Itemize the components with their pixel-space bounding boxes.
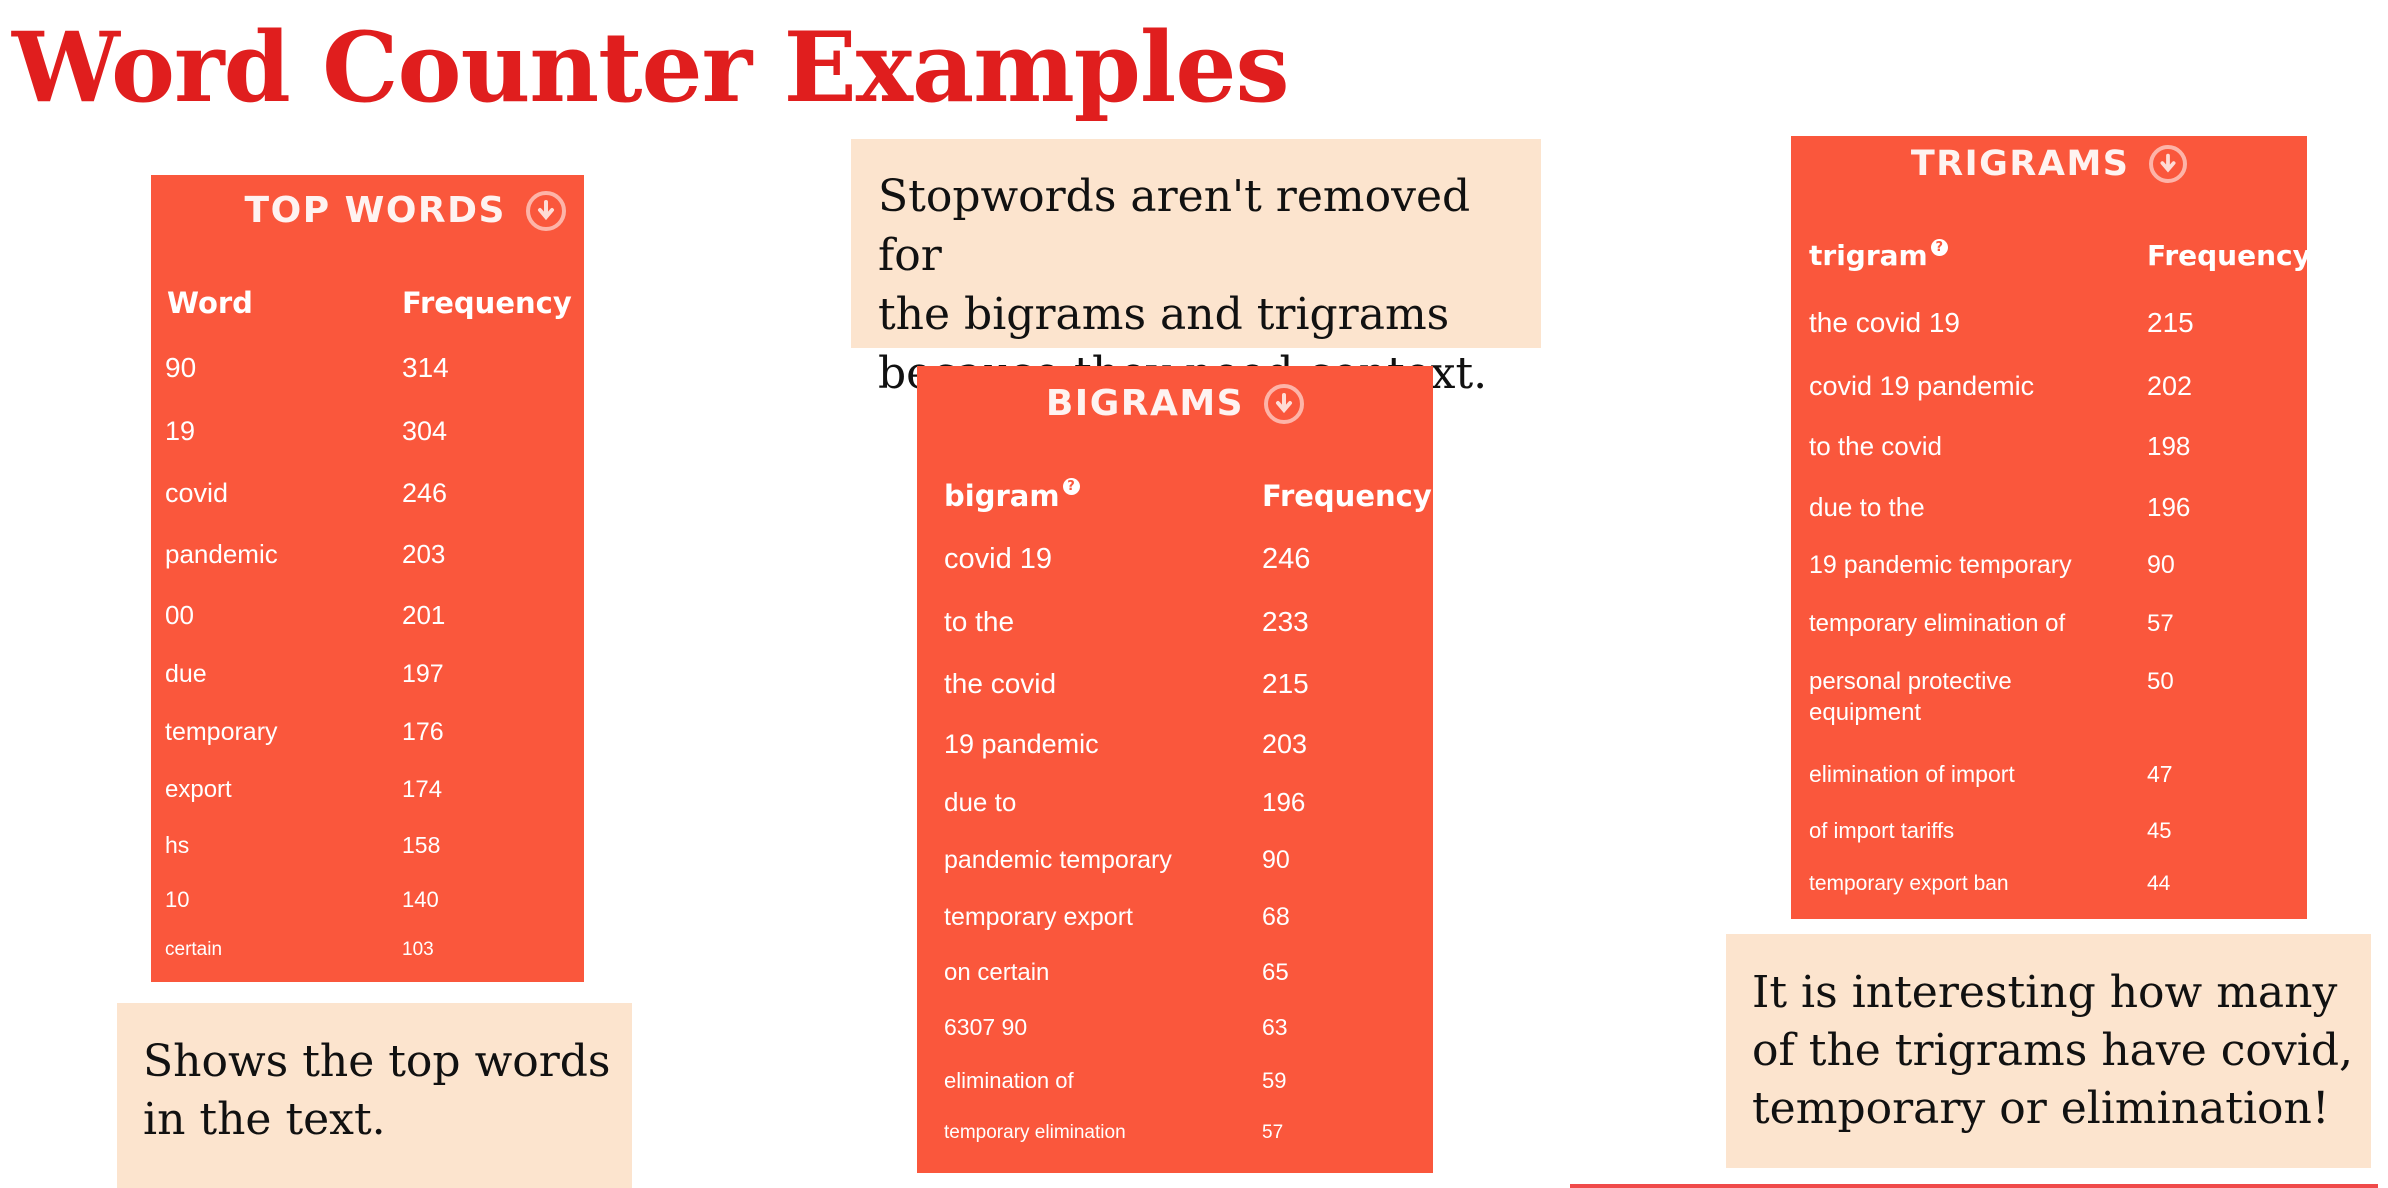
bigram-term: to the [944,606,1015,637]
trigram-term: elimination of import [1809,761,2015,787]
top-word-frequency: 174 [402,776,443,803]
top-words-title: TOP WORDS [244,190,506,231]
top-words-header: TOP WORDS [151,185,584,236]
trigram-frequency: 44 [2147,872,2171,895]
top-word-frequency: 176 [402,718,444,746]
page-title: Word Counter Examples [12,11,1289,124]
top-word-term: hs [165,832,190,858]
trigram-term-line2: equipment [1809,699,1922,726]
trigram-frequency: 45 [2147,818,2172,843]
trigram-frequency: 57 [2147,610,2174,637]
bigram-frequency: 90 [1262,846,1290,874]
download-circle-icon[interactable] [2149,145,2188,183]
top-word-frequency: 197 [402,660,444,688]
top-words-col-word[interactable]: Word [167,283,253,323]
bigrams-header: BIGRAMS [917,378,1433,429]
top-word-term: 19 [165,416,196,446]
top-words-col-frequency[interactable]: Frequency [402,283,572,323]
trigram-term: covid 19 pandemic [1809,371,2035,401]
top-words-panel: TOP WORDS Word Frequency 90 314 19 304 covid… [151,175,584,982]
top-word-frequency: 246 [402,478,448,508]
trigrams-col-trigram-label: trigram [1809,239,1928,272]
trigrams-note: It is interesting how many of the trigra… [1726,934,2371,1168]
bigrams-col-bigram[interactable]: bigram? [944,476,1080,516]
trigram-term: 19 pandemic temporary [1809,551,2072,579]
trigram-frequency: 90 [2147,551,2175,579]
trigram-term: personal protective [1809,668,2012,695]
stopwords-note: Stopwords aren't removed for the bigrams… [851,139,1541,399]
bigram-frequency: 203 [1262,729,1308,759]
bigrams-title: BIGRAMS [1045,383,1245,424]
bigram-frequency: 59 [1262,1068,1287,1093]
top-word-frequency: 201 [402,600,446,630]
trigram-term: temporary elimination of [1809,610,2066,637]
top-word-term: temporary [165,718,278,746]
trigram-frequency: 50 [2147,668,2174,695]
trigram-frequency: 215 [2147,307,2194,338]
top-word-term: pandemic [165,539,278,569]
bigram-term: 19 pandemic [944,729,1099,759]
bigram-frequency: 63 [1262,1014,1288,1040]
help-icon[interactable]: ? [1062,478,1080,495]
bigrams-panel: BIGRAMS bigram? Frequency covid 19 246 to … [917,366,1433,1173]
top-word-term: 10 [165,887,190,912]
bigrams-col-bigram-label: bigram [944,479,1060,513]
top-word-frequency: 103 [402,939,434,960]
top-word-frequency: 158 [402,832,441,858]
top-word-frequency: 304 [402,416,448,446]
trigram-term: the covid 19 [1809,307,1960,338]
top-word-term: certain [165,939,223,960]
trigrams-note-text: It is interesting how many of the trigra… [1752,967,2353,1134]
bigram-frequency: 196 [1262,787,1306,817]
top-word-term: export [165,776,232,803]
trigram-term: to the covid [1809,431,1942,461]
trigrams-header: TRIGRAMS [1791,136,2307,191]
bigram-frequency: 233 [1262,606,1309,637]
trigram-frequency: 196 [2147,492,2191,522]
bigram-term: pandemic temporary [944,846,1172,874]
bigram-frequency: 246 [1262,543,1311,575]
bigram-frequency: 65 [1262,959,1289,986]
bigram-term: on certain [944,959,1050,986]
top-words-note-text: Shows the top words in the text. [143,1036,611,1145]
trigram-term: temporary export ban [1809,872,2009,895]
divider-line [1570,1184,2378,1188]
trigram-frequency: 198 [2147,431,2191,461]
top-words-note: Shows the top words in the text. [117,1003,632,1188]
bigram-frequency: 68 [1262,903,1290,931]
top-word-frequency: 314 [402,352,449,383]
top-word-term: covid [165,478,229,508]
trigrams-col-trigram[interactable]: trigram? [1809,237,1948,275]
top-word-term: 00 [165,600,194,630]
trigrams-title: TRIGRAMS [1910,144,2130,184]
bigram-term: the covid [944,668,1057,699]
bigram-frequency: 57 [1262,1122,1284,1143]
top-word-frequency: 140 [402,887,439,912]
trigram-term: due to the [1809,492,1925,522]
trigram-frequency: 47 [2147,761,2173,787]
trigrams-panel: TRIGRAMS trigram? Frequency the covid 19… [1791,136,2311,919]
bigram-term: due to [944,787,1017,817]
top-word-term: due [165,660,207,688]
help-icon[interactable]: ? [1930,239,1948,256]
download-circle-icon[interactable] [1264,384,1305,424]
bigram-term: covid 19 [944,543,1053,575]
top-word-term: 90 [165,352,197,383]
trigram-frequency: 202 [2147,371,2193,401]
download-circle-icon[interactable] [526,191,566,231]
trigrams-col-frequency[interactable]: Frequency [2147,237,2311,275]
bigram-frequency: 215 [1262,668,1309,699]
bigrams-col-frequency[interactable]: Frequency [1262,476,1432,516]
trigram-term: of import tariffs [1809,818,1955,843]
bigram-term: 6307 90 [944,1014,1028,1040]
bigram-term: elimination of [944,1068,1074,1093]
bigram-term: temporary elimination [944,1122,1126,1143]
top-word-frequency: 203 [402,539,446,569]
bigram-term: temporary export [944,903,1133,931]
